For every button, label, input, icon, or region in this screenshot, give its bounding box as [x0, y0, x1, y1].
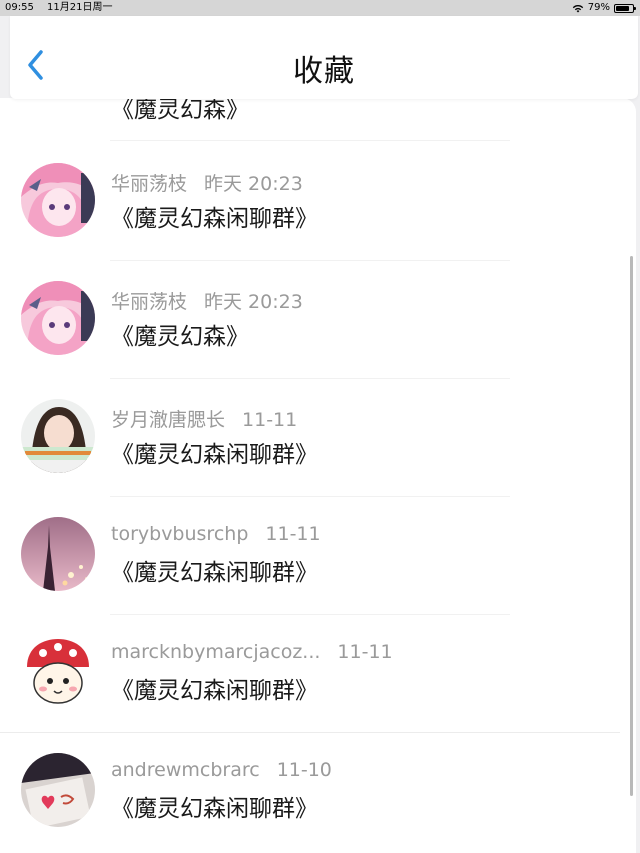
sender-name: 华丽荡枝: [111, 291, 188, 313]
message-content: 《魔灵幻森闲聊群》: [111, 206, 318, 232]
timestamp: 11-10: [276, 759, 332, 781]
sender-name: 华丽荡枝: [111, 173, 188, 195]
favorites-list[interactable]: 《魔灵幻森》 华丽荡枝 昨天 20:23 《魔灵幻森闲聊群》 华丽荡枝 昨天 2…: [0, 98, 636, 853]
avatar: [21, 517, 95, 591]
list-item[interactable]: marcknbymarcjacoz... 11-11 《魔灵幻森闲聊群》: [0, 615, 620, 733]
list-item[interactable]: 岁月澈唐腮长 11-11 《魔灵幻森闲聊群》: [0, 379, 620, 497]
list-item[interactable]: torybvbusrchp 11-11 《魔灵幻森闲聊群》: [0, 497, 620, 615]
avatar: [21, 635, 95, 709]
list-item[interactable]: 华丽荡枝 昨天 20:23 《魔灵幻森》: [0, 261, 620, 379]
message-content: 《魔灵幻森闲聊群》: [111, 678, 318, 704]
message-content: 《魔灵幻森闲聊群》: [111, 442, 318, 468]
message-content: 《魔灵幻森闲聊群》: [111, 560, 318, 586]
avatar: [21, 281, 95, 355]
avatar: [21, 98, 95, 120]
timestamp: 昨天 20:23: [204, 291, 303, 313]
list-item[interactable]: 华丽荡枝 昨天 20:23 《魔灵幻森闲聊群》: [0, 143, 620, 261]
status-time: 09:55: [5, 2, 34, 13]
status-bar: 09:55 11月21日周一 79%: [0, 0, 640, 16]
message-content: 《魔灵幻森》: [111, 98, 249, 123]
nav-bar: 收藏: [10, 16, 638, 99]
timestamp: 11-11: [337, 641, 393, 663]
sender-name: marcknbymarcjacoz...: [111, 641, 321, 663]
wifi-icon: [572, 4, 583, 12]
sender-name: andrewmcbrarc: [111, 759, 260, 781]
list-item[interactable]: andrewmcbrarc 11-10 《魔灵幻森闲聊群》: [0, 733, 620, 851]
timestamp: 11-11: [242, 409, 298, 431]
status-date: 11月21日周一: [47, 2, 113, 13]
battery-percent: 79%: [587, 2, 610, 13]
divider: [110, 140, 510, 141]
sender-name: torybvbusrchp: [111, 523, 249, 545]
avatar: [21, 753, 95, 827]
timestamp: 昨天 20:23: [204, 173, 303, 195]
timestamp: 11-11: [265, 523, 321, 545]
battery-icon: [614, 3, 636, 13]
avatar: [21, 163, 95, 237]
page-title: 收藏: [293, 54, 355, 89]
sender-name: 岁月澈唐腮长: [111, 409, 226, 431]
message-content: 《魔灵幻森》: [111, 324, 249, 350]
scrollbar[interactable]: [630, 256, 633, 796]
avatar: [21, 399, 95, 473]
message-content: 《魔灵幻森闲聊群》: [111, 796, 318, 822]
